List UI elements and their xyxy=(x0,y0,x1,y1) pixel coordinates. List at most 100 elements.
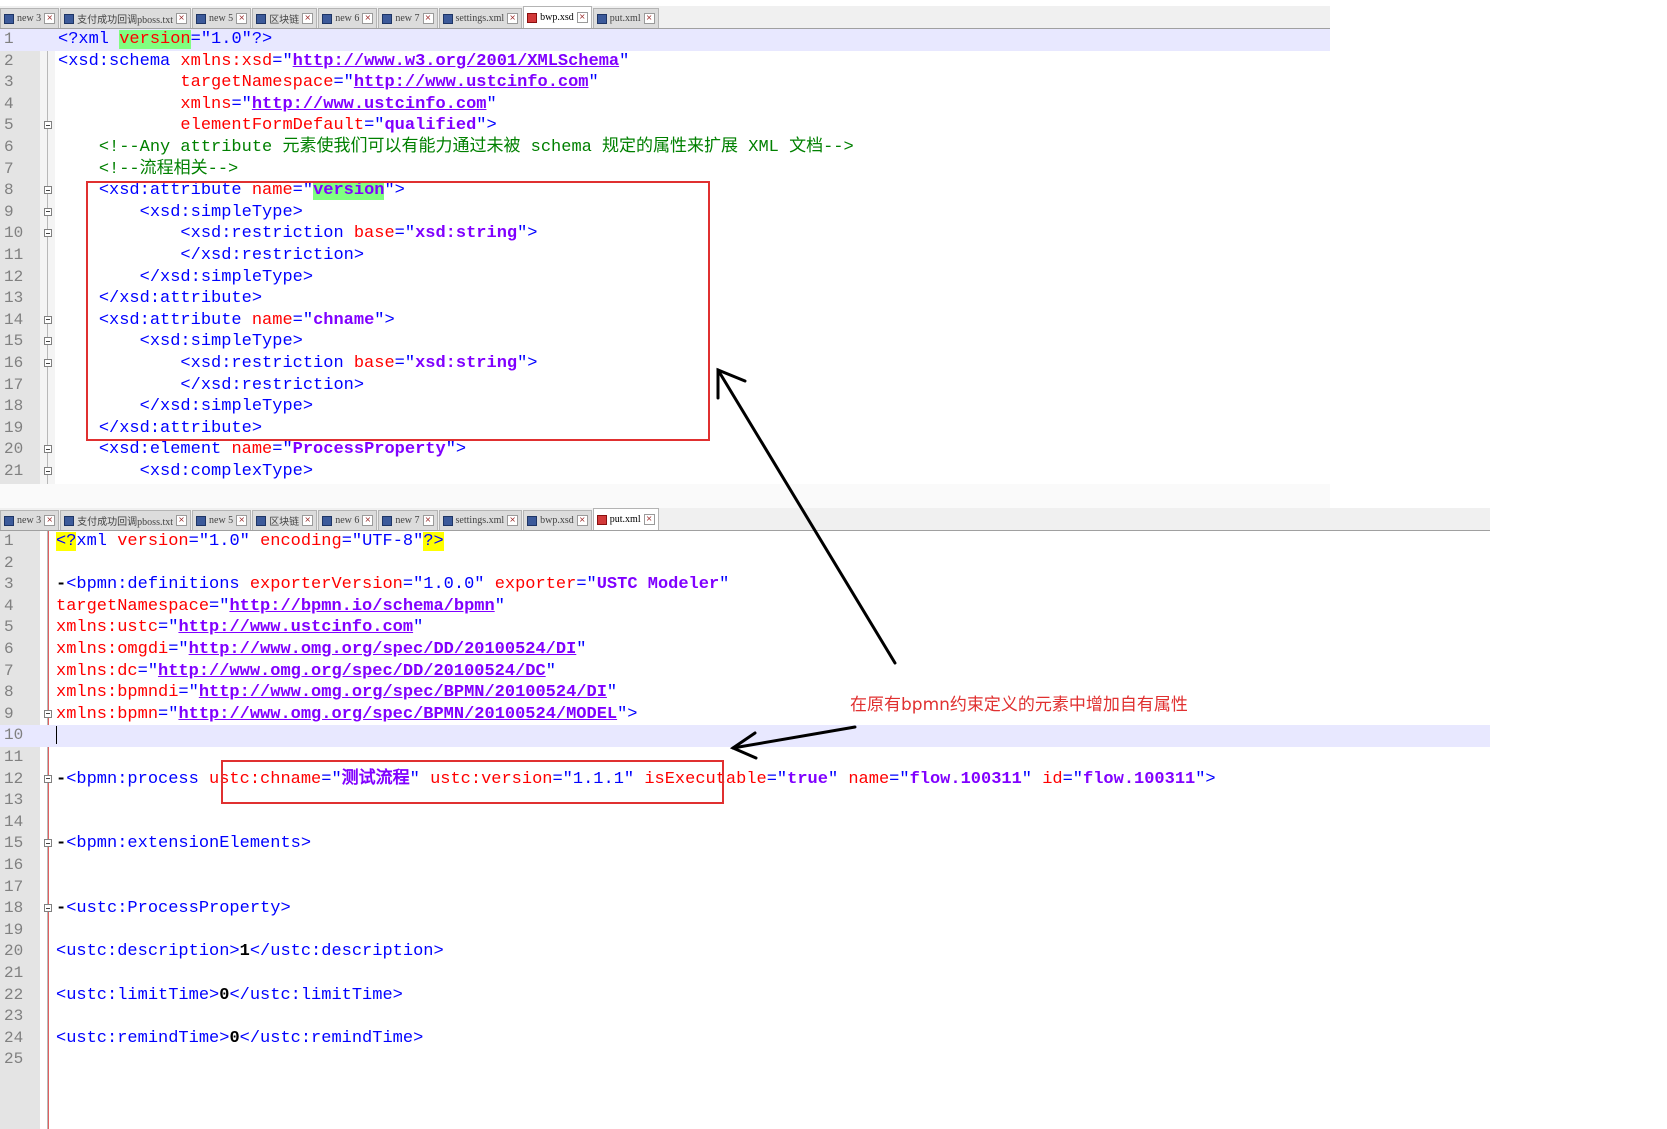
code-line[interactable]: 17 </xsd:restriction> xyxy=(0,375,1330,397)
code-line[interactable]: 8 <xsd:attribute name="version"> xyxy=(0,180,1330,202)
tab-settings-xml[interactable]: settings.xml × xyxy=(438,8,523,28)
fold-toggle-icon[interactable] xyxy=(44,315,52,324)
code-line[interactable]: 11 xyxy=(0,747,1490,769)
file-icon xyxy=(4,515,14,526)
code-line[interactable]: 4 xmlns="http://www.ustcinfo.com" xyxy=(0,94,1330,116)
tab--pboss-txt[interactable]: 支付成功回调pboss.txt × xyxy=(60,510,192,530)
code-line[interactable]: 19 </xsd:attribute> xyxy=(0,418,1330,440)
code-line[interactable]: 3 -<bpmn:definitions exporterVersion="1.0… xyxy=(0,574,1490,596)
fold-toggle-icon[interactable] xyxy=(44,186,52,195)
fold-toggle-icon[interactable] xyxy=(44,774,52,783)
close-icon[interactable]: × xyxy=(507,13,519,24)
code-line[interactable]: 20 <ustc:description>1</ustc:description> xyxy=(0,941,1490,963)
code-line[interactable]: 13 xyxy=(0,790,1490,812)
close-icon[interactable]: × xyxy=(362,13,374,24)
code-line[interactable]: 12 -<bpmn:process ustc:chname="测试流程" ustc… xyxy=(0,769,1490,791)
file-icon xyxy=(527,12,538,23)
tab-new-5[interactable]: new 5 × xyxy=(192,510,252,530)
code-line[interactable]: 2 xyxy=(0,553,1490,575)
tab-new-3[interactable]: new 3 × xyxy=(0,510,60,530)
code-line[interactable]: 18 </xsd:simpleType> xyxy=(0,396,1330,418)
close-icon[interactable]: × xyxy=(302,515,314,526)
tab-new-6[interactable]: new 6 × xyxy=(318,510,378,530)
close-icon[interactable]: × xyxy=(576,12,588,23)
code-line[interactable]: 15 -<bpmn:extensionElements> xyxy=(0,833,1490,855)
close-icon[interactable]: × xyxy=(44,13,56,24)
close-icon[interactable]: × xyxy=(362,515,374,526)
close-icon[interactable]: × xyxy=(176,13,188,24)
fold-toggle-icon[interactable] xyxy=(44,839,52,848)
top-tab-bar: new 3 × 支付成功回调pboss.txt × new 5 × 区块链 × new 6 × ne… xyxy=(0,6,1330,29)
code-line[interactable]: 12 </xsd:simpleType> xyxy=(0,267,1330,289)
close-icon[interactable]: × xyxy=(236,13,248,24)
close-icon[interactable]: × xyxy=(643,514,655,525)
code-line[interactable]: 18 -<ustc:ProcessProperty> xyxy=(0,898,1490,920)
fold-toggle-icon[interactable] xyxy=(44,229,52,238)
tab-new-7[interactable]: new 7 × xyxy=(378,510,438,530)
code-line[interactable]: 17 xyxy=(0,877,1490,899)
fold-toggle-icon[interactable] xyxy=(44,467,52,475)
close-icon[interactable]: × xyxy=(507,515,519,526)
code-line[interactable]: 9 <xsd:simpleType> xyxy=(0,202,1330,224)
code-line[interactable]: 14 <xsd:attribute name="chname"> xyxy=(0,310,1330,332)
close-icon[interactable]: × xyxy=(576,515,588,526)
code-line[interactable]: 6 <!--Any attribute 元素使我们可以有能力通过未被 schem… xyxy=(0,137,1330,159)
fold-toggle-icon[interactable] xyxy=(44,359,52,367)
code-line[interactable]: 19 xyxy=(0,920,1490,942)
fold-toggle-icon[interactable] xyxy=(44,121,52,130)
tab-settings-xml[interactable]: settings.xml × xyxy=(438,510,523,530)
code-line[interactable]: 6 xmlns:omgdi="http://www.omg.org/spec/DD… xyxy=(0,639,1490,661)
tab-put-xml[interactable]: put.xml × xyxy=(592,8,659,28)
tab--[interactable]: 区块链 × xyxy=(252,510,318,530)
code-line[interactable]: 14 xyxy=(0,812,1490,834)
code-line[interactable]: 21 <xsd:complexType> xyxy=(0,461,1330,483)
code-line[interactable]: 10 xyxy=(0,725,1490,747)
code-line[interactable]: 21 xyxy=(0,963,1490,985)
tab-new-7[interactable]: new 7 × xyxy=(378,8,438,28)
tab-new-6[interactable]: new 6 × xyxy=(318,8,378,28)
code-line[interactable]: 5 elementFormDefault="qualified"> xyxy=(0,115,1330,137)
tab-new-3[interactable]: new 3 × xyxy=(0,8,60,28)
bottom-editor[interactable]: 1 <?xml version="1.0" encoding="UTF-8"?> 2… xyxy=(0,531,1490,1129)
code-line[interactable]: 5 xmlns:ustc="http://www.ustcinfo.com" xyxy=(0,617,1490,639)
close-icon[interactable]: × xyxy=(422,13,434,24)
code-line[interactable]: 15 <xsd:simpleType> xyxy=(0,331,1330,353)
fold-toggle-icon[interactable] xyxy=(44,709,52,718)
code-line[interactable]: 25 xyxy=(0,1049,1490,1071)
tab-bwp-xsd[interactable]: bwp.xsd × xyxy=(523,510,592,530)
fold-toggle-icon[interactable] xyxy=(44,904,52,913)
tab--pboss-txt[interactable]: 支付成功回调pboss.txt × xyxy=(60,8,192,28)
tab-bwp-xsd[interactable]: bwp.xsd × xyxy=(523,6,592,28)
code-line[interactable]: 24 <ustc:remindTime>0</ustc:remindTime> xyxy=(0,1028,1490,1050)
code-line[interactable]: 1 <?xml version="1.0"?> xyxy=(0,29,1330,51)
tab--[interactable]: 区块链 × xyxy=(252,8,318,28)
tab-put-xml[interactable]: put.xml × xyxy=(592,508,659,530)
top-editor[interactable]: 1 <?xml version="1.0"?> 2 <xsd:schema xmlns… xyxy=(0,29,1330,484)
close-icon[interactable]: × xyxy=(422,515,434,526)
close-icon[interactable]: × xyxy=(176,515,188,526)
code-line[interactable]: 11 </xsd:restriction> xyxy=(0,245,1330,267)
close-icon[interactable]: × xyxy=(236,515,248,526)
code-line[interactable]: 16 <xsd:restriction base="xsd:string"> xyxy=(0,353,1330,375)
tab-new-5[interactable]: new 5 × xyxy=(192,8,252,28)
code-line[interactable]: 23 xyxy=(0,1006,1490,1028)
code-line[interactable]: 7 <!--流程相关--> xyxy=(0,159,1330,181)
code-line[interactable]: 7 xmlns:dc="http://www.omg.org/spec/DD/20… xyxy=(0,661,1490,683)
code-line[interactable]: 2 <xsd:schema xmlns:xsd="http://www.w3.or… xyxy=(0,51,1330,73)
code-line[interactable]: 3 targetNamespace="http://www.ustcinfo.c… xyxy=(0,72,1330,94)
close-icon[interactable]: × xyxy=(643,13,655,24)
code-line[interactable]: 13 </xsd:attribute> xyxy=(0,288,1330,310)
code-line[interactable]: 10 <xsd:restriction base="xsd:string"> xyxy=(0,223,1330,245)
code-line[interactable]: 9 xmlns:bpmn="http://www.omg.org/spec/BPM… xyxy=(0,704,1490,726)
code-line[interactable]: 20 <xsd:element name="ProcessProperty"> xyxy=(0,439,1330,461)
code-line[interactable]: 1 <?xml version="1.0" encoding="UTF-8"?> xyxy=(0,531,1490,553)
fold-toggle-icon[interactable] xyxy=(44,337,52,346)
close-icon[interactable]: × xyxy=(44,515,56,526)
code-line[interactable]: 22 <ustc:limitTime>0</ustc:limitTime> xyxy=(0,985,1490,1007)
code-line[interactable]: 16 xyxy=(0,855,1490,877)
close-icon[interactable]: × xyxy=(302,13,314,24)
code-line[interactable]: 4 targetNamespace="http://bpmn.io/schema/… xyxy=(0,596,1490,618)
code-line[interactable]: 8 xmlns:bpmndi="http://www.omg.org/spec/B… xyxy=(0,682,1490,704)
fold-toggle-icon[interactable] xyxy=(44,445,52,454)
fold-toggle-icon[interactable] xyxy=(44,207,52,216)
